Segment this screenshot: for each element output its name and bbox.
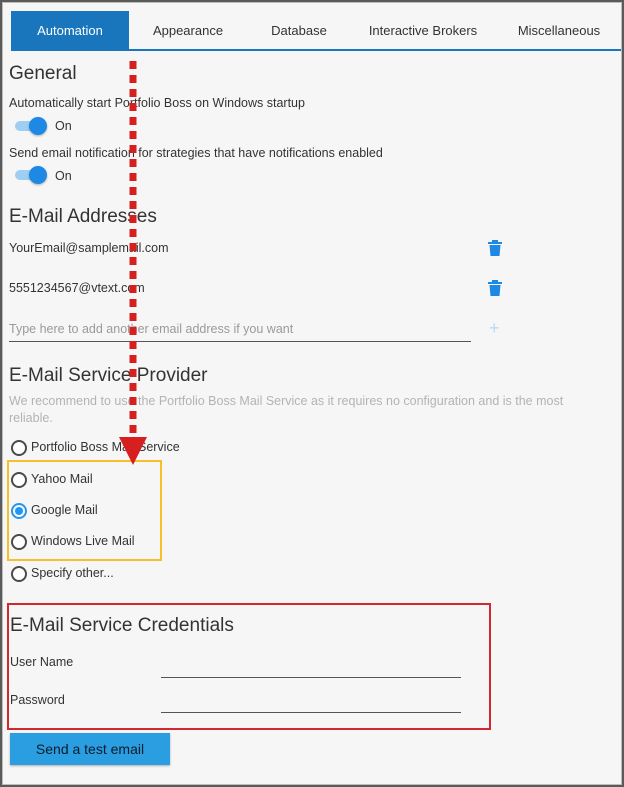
- radio-portfolio-boss-mail[interactable]: [11, 440, 27, 456]
- plus-icon[interactable]: +: [489, 319, 500, 337]
- password-label: Password: [10, 693, 65, 707]
- annotation-arrow: [119, 61, 147, 465]
- username-input[interactable]: [161, 655, 461, 675]
- tab-database[interactable]: Database: [247, 11, 351, 49]
- tab-appearance[interactable]: Appearance: [129, 11, 247, 49]
- radio-specify-other[interactable]: [11, 566, 27, 582]
- radio-label: Specify other...: [31, 566, 114, 580]
- username-label: User Name: [10, 655, 74, 669]
- trash-icon[interactable]: [488, 240, 502, 256]
- startup-label: Automatically start Portfolio Boss on Wi…: [9, 96, 305, 110]
- startup-state: On: [55, 119, 72, 133]
- trash-icon[interactable]: [488, 280, 502, 296]
- credentials-heading: E-Mail Service Credentials: [10, 615, 234, 636]
- startup-toggle[interactable]: [13, 117, 47, 135]
- notify-toggle[interactable]: [13, 166, 47, 184]
- general-heading: General: [9, 63, 77, 84]
- notify-label: Send email notification for strategies t…: [9, 146, 383, 160]
- settings-window: Automation Appearance Database Interacti…: [2, 2, 622, 785]
- provider-note: We recommend to use the Portfolio Boss M…: [9, 394, 564, 425]
- tab-automation[interactable]: Automation: [11, 11, 129, 49]
- tab-bar: Automation Appearance Database Interacti…: [11, 11, 621, 51]
- password-input[interactable]: [161, 693, 461, 713]
- username-underline: [161, 677, 461, 678]
- send-test-email-button[interactable]: Send a test email: [10, 733, 170, 765]
- tab-miscellaneous[interactable]: Miscellaneous: [495, 11, 621, 49]
- radio-label: Portfolio Boss Mail Service: [31, 440, 180, 454]
- add-email-input[interactable]: [9, 319, 469, 339]
- provider-heading: E-Mail Service Provider: [9, 365, 208, 386]
- highlight-box-yellow: [7, 460, 162, 561]
- password-underline: [161, 712, 461, 713]
- tab-interactive-brokers[interactable]: Interactive Brokers: [351, 11, 495, 49]
- toggle-knob: [29, 166, 47, 184]
- add-email-underline: [9, 341, 471, 342]
- notify-state: On: [55, 169, 72, 183]
- toggle-knob: [29, 117, 47, 135]
